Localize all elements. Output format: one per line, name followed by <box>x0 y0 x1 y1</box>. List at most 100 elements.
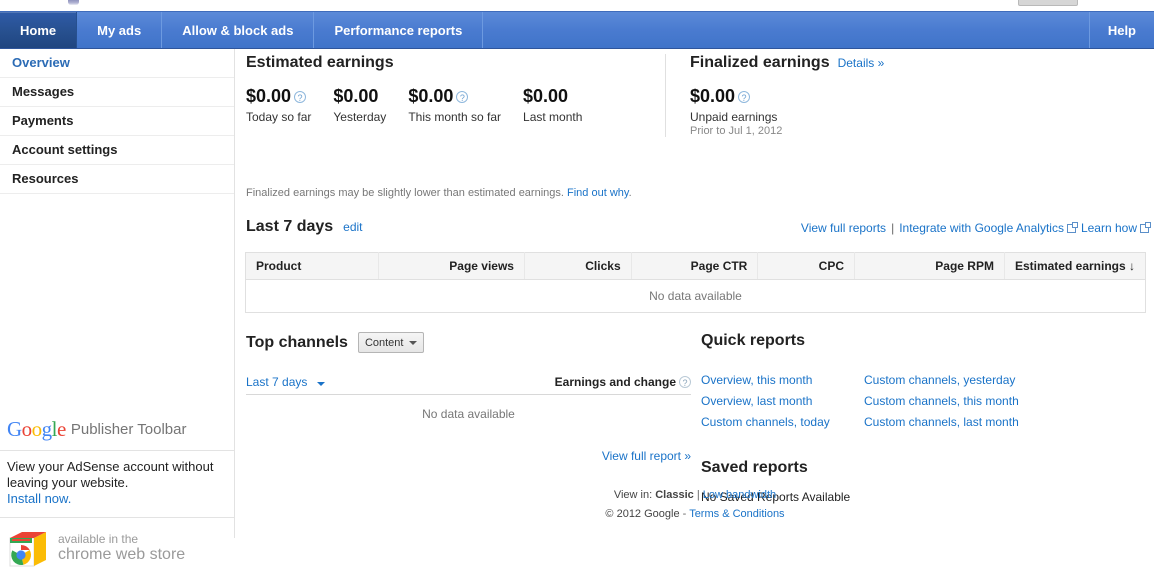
top-channels-heading: Top channels <box>246 334 348 352</box>
google-logo-letter-o2: o <box>32 417 42 441</box>
earnings-summary-row: Estimated earnings $0.00 ? Today so far … <box>246 54 1151 137</box>
metric-last-month: $0.00 Last month <box>523 86 582 124</box>
sidebar-item-overview[interactable]: Overview <box>0 49 234 78</box>
help-icon[interactable]: ? <box>738 91 750 103</box>
col-cpc[interactable]: CPC <box>758 253 855 280</box>
promo-logo-row: Google Publisher Toolbar <box>0 409 234 451</box>
google-logo-letter-e: e <box>57 417 66 441</box>
metric-unpaid-amount-row: $0.00 ? <box>690 86 782 107</box>
quick-reports-grid: Overview, this month Overview, last mont… <box>701 370 1151 433</box>
finalized-earnings-note: Finalized earnings may be slightly lower… <box>246 187 632 199</box>
google-logo: Google <box>7 417 66 442</box>
footer-view-in-current: Classic <box>655 489 694 501</box>
metric-last-month-amount-row: $0.00 <box>523 86 582 107</box>
promo-install-link[interactable]: Install now. <box>7 491 71 506</box>
google-logo-letter-g1: G <box>7 417 22 441</box>
sidebar-item-messages[interactable]: Messages <box>0 78 234 107</box>
google-logo-letter-o1: o <box>22 417 32 441</box>
nav-tab-performance-reports[interactable]: Performance reports <box>314 12 483 48</box>
col-page-rpm[interactable]: Page RPM <box>855 253 1005 280</box>
footer-separator: | <box>697 489 700 501</box>
metric-this-month-so-far: $0.00 ? This month so far <box>408 86 501 124</box>
sidebar-item-payments[interactable]: Payments <box>0 107 234 136</box>
metric-last-month-amount: $0.00 <box>523 86 568 107</box>
promo-body-line1: View your AdSense account without <box>7 459 224 475</box>
find-out-why-link[interactable]: Find out why <box>567 187 629 199</box>
chrome-web-store-promo[interactable]: available in the chrome web store <box>0 518 234 568</box>
view-full-report-link[interactable]: View full report » <box>602 449 691 463</box>
metric-unpaid-amount: $0.00 <box>690 86 735 107</box>
report-links-group: View full reports | Integrate with Googl… <box>801 221 1150 235</box>
quick-report-custom-channels-this-month[interactable]: Custom channels, this month <box>864 391 1027 412</box>
footer-dash: - <box>683 508 687 520</box>
promo-body: View your AdSense account without leavin… <box>0 451 234 518</box>
last-7-days-edit-link[interactable]: edit <box>343 220 362 234</box>
quick-report-overview-last-month[interactable]: Overview, last month <box>701 391 864 412</box>
chevron-down-icon <box>409 341 417 345</box>
finalized-metrics: $0.00 ? Unpaid earnings Prior to Jul 1, … <box>690 86 884 137</box>
promo-body-line2: leaving your website. <box>7 475 224 491</box>
quick-report-custom-channels-today[interactable]: Custom channels, today <box>701 412 864 433</box>
quick-report-overview-this-month[interactable]: Overview, this month <box>701 370 864 391</box>
partial-top-right-button[interactable] <box>1018 0 1078 6</box>
cws-line2: chrome web store <box>58 547 185 563</box>
sidebar-item-account-settings[interactable]: Account settings <box>0 136 234 165</box>
nav-tab-home[interactable]: Home <box>0 12 77 48</box>
finalized-details-link[interactable]: Details » <box>838 56 885 70</box>
learn-how-link[interactable]: Learn how <box>1081 221 1137 235</box>
external-link-icon <box>1067 224 1076 233</box>
saved-reports-heading: Saved reports <box>701 459 1151 477</box>
top-channels-metric-label: Earnings and change <box>555 375 676 389</box>
top-channels-range-selector[interactable]: Last 7 days <box>246 375 325 389</box>
metric-today-label: Today so far <box>246 110 311 124</box>
nav-spacer <box>483 12 1089 48</box>
quick-report-custom-channels-yesterday[interactable]: Custom channels, yesterday <box>864 370 1027 391</box>
promo-title: Publisher Toolbar <box>71 421 187 438</box>
nav-tab-performance-reports-label: Performance reports <box>334 23 462 38</box>
low-bandwidth-link[interactable]: Low bandwidth <box>703 489 776 501</box>
help-icon[interactable]: ? <box>294 91 306 103</box>
top-channels-view-full-report: View full report » <box>246 449 691 463</box>
top-channels-metric-header: Earnings and change ? <box>555 375 691 389</box>
quick-reports-panel: Quick reports Overview, this month Overv… <box>701 332 1151 504</box>
estimated-earnings-block: Estimated earnings $0.00 ? Today so far … <box>246 54 666 137</box>
page-footer: View in: Classic | Low bandwidth © 2012 … <box>236 489 1154 527</box>
quick-report-custom-channels-last-month[interactable]: Custom channels, last month <box>864 412 1027 433</box>
col-page-views[interactable]: Page views <box>379 253 525 280</box>
products-table-body: No data available <box>246 280 1146 313</box>
top-channels-empty-message: No data available <box>246 407 691 421</box>
last-7-days-heading: Last 7 days <box>246 218 333 236</box>
finalized-note-period: . <box>629 187 632 199</box>
col-clicks[interactable]: Clicks <box>524 253 631 280</box>
terms-conditions-link[interactable]: Terms & Conditions <box>689 508 784 520</box>
finalized-note-text: Finalized earnings may be slightly lower… <box>246 187 564 199</box>
integrate-analytics-link[interactable]: Integrate with Google Analytics <box>899 221 1064 235</box>
col-page-ctr[interactable]: Page CTR <box>631 253 758 280</box>
metric-unpaid-earnings: $0.00 ? Unpaid earnings Prior to Jul 1, … <box>690 86 782 137</box>
last-7-days-header: Last 7 days edit <box>246 218 363 236</box>
col-estimated-earnings[interactable]: Estimated earnings ↓ <box>1004 253 1145 280</box>
nav-help-link[interactable]: Help <box>1090 12 1154 48</box>
top-channels-content-select[interactable]: Content <box>358 332 425 353</box>
sidebar-item-account-settings-label: Account settings <box>12 142 117 157</box>
google-logo-fragment-icon <box>68 0 79 5</box>
sidebar-item-overview-label: Overview <box>12 55 70 70</box>
metric-today-amount-row: $0.00 ? <box>246 86 311 107</box>
finalized-earnings-block: Finalized earnings Details » $0.00 ? Unp… <box>666 54 884 137</box>
nav-tab-allow-block-ads[interactable]: Allow & block ads <box>162 12 314 48</box>
top-channels-range-label: Last 7 days <box>246 375 307 389</box>
metric-this-month-amount-row: $0.00 ? <box>408 86 501 107</box>
metric-today-so-far: $0.00 ? Today so far <box>246 86 311 124</box>
metric-unpaid-sublabel: Prior to Jul 1, 2012 <box>690 125 782 137</box>
view-full-reports-link[interactable]: View full reports <box>801 221 886 235</box>
metric-today-amount: $0.00 <box>246 86 291 107</box>
chrome-web-store-bag-icon <box>6 526 50 568</box>
help-icon[interactable]: ? <box>679 376 691 388</box>
sidebar-item-resources[interactable]: Resources <box>0 165 234 194</box>
table-header-row: Product Page views Clicks Page CTR CPC P… <box>246 253 1146 280</box>
estimated-metrics: $0.00 ? Today so far $0.00 Yesterday $0.… <box>246 86 653 124</box>
left-sidebar: Overview Messages Payments Account setti… <box>0 49 235 538</box>
col-product[interactable]: Product <box>246 253 379 280</box>
nav-tab-my-ads[interactable]: My ads <box>77 12 162 48</box>
help-icon[interactable]: ? <box>456 91 468 103</box>
